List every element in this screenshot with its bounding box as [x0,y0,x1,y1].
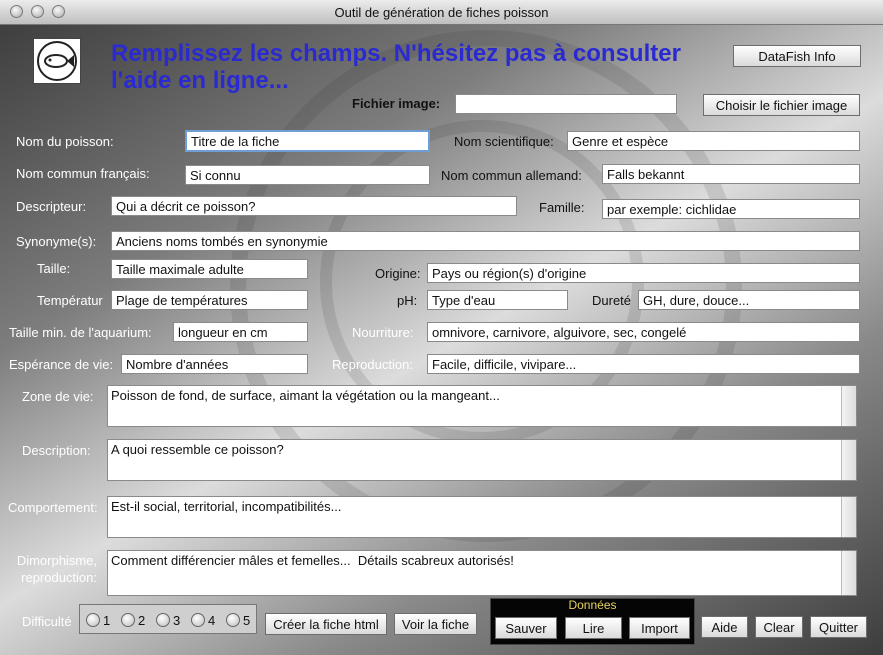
dimorphism-scrollbar[interactable] [841,551,856,595]
dimorphism-label-line1: Dimorphisme, [16,553,97,568]
view-sheet-button[interactable]: Voir la fiche [394,613,477,635]
difficulty-option-2: 2 [138,613,146,628]
habitat-area: Poisson de fond, de surface, aimant la v… [107,385,857,427]
reproduction-input[interactable] [427,354,860,374]
food-label: Nourriture: [352,325,414,340]
data-panel: Données Sauver Lire Import [490,598,695,645]
difficulty-radio-2[interactable] [121,613,135,627]
french-name-input[interactable] [185,165,430,185]
difficulty-radio-5[interactable] [226,613,240,627]
german-name-label: Nom commun allemand: [441,168,582,183]
import-button[interactable]: Import [629,617,690,639]
quit-button[interactable]: Quitter [810,616,867,638]
behavior-area: Est-il social, territorial, incompatibil… [107,496,857,538]
synonyms-input[interactable] [111,231,860,251]
club-logo [33,38,81,84]
difficulty-radio-1[interactable] [86,613,100,627]
habitat-label: Zone de vie: [22,389,94,404]
origin-input[interactable] [427,263,860,283]
describer-input[interactable] [111,196,517,216]
create-html-button[interactable]: Créer la fiche html [265,613,387,635]
describer-label: Descripteur: [16,199,87,214]
difficulty-radio-group: 1 2 3 4 5 [79,604,257,634]
ph-input[interactable] [427,290,568,310]
habitat-textarea[interactable]: Poisson de fond, de surface, aimant la v… [108,386,842,426]
difficulty-option-3: 3 [173,613,181,628]
image-file-input[interactable] [455,94,677,114]
fish-logo-icon [37,41,77,81]
lifespan-input[interactable] [121,354,308,374]
temperature-input[interactable] [111,290,308,310]
description-label: Description: [22,443,91,458]
hardness-input[interactable] [638,290,860,310]
window-title: Outil de génération de fiches poisson [334,5,549,20]
behavior-label: Comportement: [8,500,98,515]
aquarium-size-input[interactable] [173,322,308,342]
description-textarea[interactable]: A quoi ressemble ce poisson? [108,440,842,480]
data-panel-title: Données [568,598,617,612]
german-name-input[interactable] [602,164,860,184]
dimorphism-label: Dimorphisme, reproduction: [8,552,97,586]
reproduction-label: Reproduction: [332,357,413,372]
food-input[interactable] [427,322,860,342]
temperature-label: Températur [37,293,103,308]
french-name-label: Nom commun français: [16,166,150,181]
size-input[interactable] [111,259,308,279]
aquarium-size-label: Taille min. de l'aquarium: [9,325,152,340]
difficulty-label: Difficulté [22,614,72,629]
image-file-label: Fichier image: [352,96,441,111]
lifespan-label: Espérance de vie: [9,357,114,372]
size-label: Taille: [37,261,71,276]
description-area: A quoi ressemble ce poisson? [107,439,857,481]
family-input[interactable] [602,199,860,219]
fish-name-label: Nom du poisson: [16,134,114,149]
choose-image-button[interactable]: Choisir le fichier image [703,94,860,116]
page-heading: Remplissez les champs. N'hésitez pas à c… [111,40,681,94]
ph-label: pH: [397,293,418,308]
synonyms-label: Synonyme(s): [16,234,97,249]
scientific-name-label: Nom scientifique: [454,134,554,149]
fish-name-input[interactable] [185,130,430,152]
behavior-textarea[interactable]: Est-il social, territorial, incompatibil… [108,497,842,537]
family-label: Famille: [539,200,585,215]
hardness-label: Dureté [592,293,632,308]
difficulty-option-4: 4 [208,613,216,628]
read-button[interactable]: Lire [565,617,622,639]
habitat-scrollbar[interactable] [841,386,856,426]
dimorphism-label-line2: reproduction: [21,570,97,585]
origin-label: Origine: [375,266,421,281]
app-window: Outil de génération de fiches poisson Re… [0,0,883,655]
dimorphism-area: Comment différencier mâles et femelles..… [107,550,857,596]
save-button[interactable]: Sauver [495,617,557,639]
help-button[interactable]: Aide [701,616,748,638]
dimorphism-textarea[interactable]: Comment différencier mâles et femelles..… [108,551,842,595]
clear-button[interactable]: Clear [755,616,803,638]
behavior-scrollbar[interactable] [841,497,856,537]
difficulty-radio-3[interactable] [156,613,170,627]
difficulty-option-1: 1 [103,613,111,628]
title-bar: Outil de génération de fiches poisson [0,0,883,25]
datafish-info-button[interactable]: DataFish Info [733,45,861,67]
difficulty-radio-4[interactable] [191,613,205,627]
difficulty-option-5: 5 [243,613,251,628]
description-scrollbar[interactable] [841,440,856,480]
scientific-name-input[interactable] [567,131,860,151]
